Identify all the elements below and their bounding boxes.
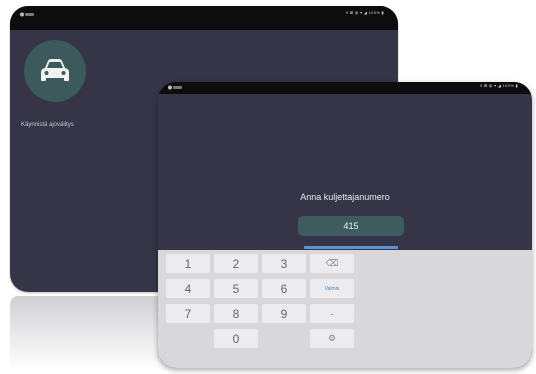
start-dispatch-label: Käynnistä ajovälitys xyxy=(21,122,74,128)
key-1[interactable]: 1 xyxy=(166,254,210,273)
key-7[interactable]: 7 xyxy=(166,304,210,323)
status-bar: 9 ⊠ ◍ ▾ ◢ 100% ▮ xyxy=(158,82,532,94)
key-0[interactable]: 0 xyxy=(214,329,258,348)
key-5[interactable]: 5 xyxy=(214,279,258,298)
key-6[interactable]: 6 xyxy=(262,279,306,298)
key-3[interactable]: 3 xyxy=(262,254,306,273)
key-4[interactable]: 4 xyxy=(166,279,210,298)
numeric-keypad: 1 2 3 ⌫ 4 5 6 Valmis 7 8 9 - 0 ⚙ xyxy=(158,250,532,368)
backspace-icon: ⌫ xyxy=(325,258,339,268)
status-indicators: 9 ⊠ ◍ ▾ ◢ 100% ▮ xyxy=(345,10,384,15)
start-dispatch-button[interactable] xyxy=(24,40,86,102)
key-9[interactable]: 9 xyxy=(262,304,306,323)
front-tablet-screen: 9 ⊠ ◍ ▾ ◢ 100% ▮ Anna kuljettajanumero 4… xyxy=(158,82,532,368)
status-bar: 9 ⊠ ◍ ▾ ◢ 100% ▮ xyxy=(10,6,398,30)
key-8[interactable]: 8 xyxy=(214,304,258,323)
settings-key[interactable]: ⚙ xyxy=(310,329,354,348)
done-button[interactable]: Valmis xyxy=(310,279,354,298)
backspace-button[interactable]: ⌫ xyxy=(310,254,354,273)
key-2[interactable]: 2 xyxy=(214,254,258,273)
dash-key[interactable]: - xyxy=(310,304,354,323)
status-left-icons xyxy=(168,85,182,90)
driver-number-input[interactable]: 415 xyxy=(298,216,404,236)
driver-number-prompt: Anna kuljettajanumero xyxy=(300,192,390,202)
status-indicators: 9 ⊠ ◍ ▾ ◢ 100% ▮ xyxy=(479,83,518,88)
input-focus-indicator xyxy=(304,246,398,249)
gear-icon: ⚙ xyxy=(327,333,337,343)
car-icon xyxy=(41,59,69,81)
status-left-icons xyxy=(20,12,34,17)
